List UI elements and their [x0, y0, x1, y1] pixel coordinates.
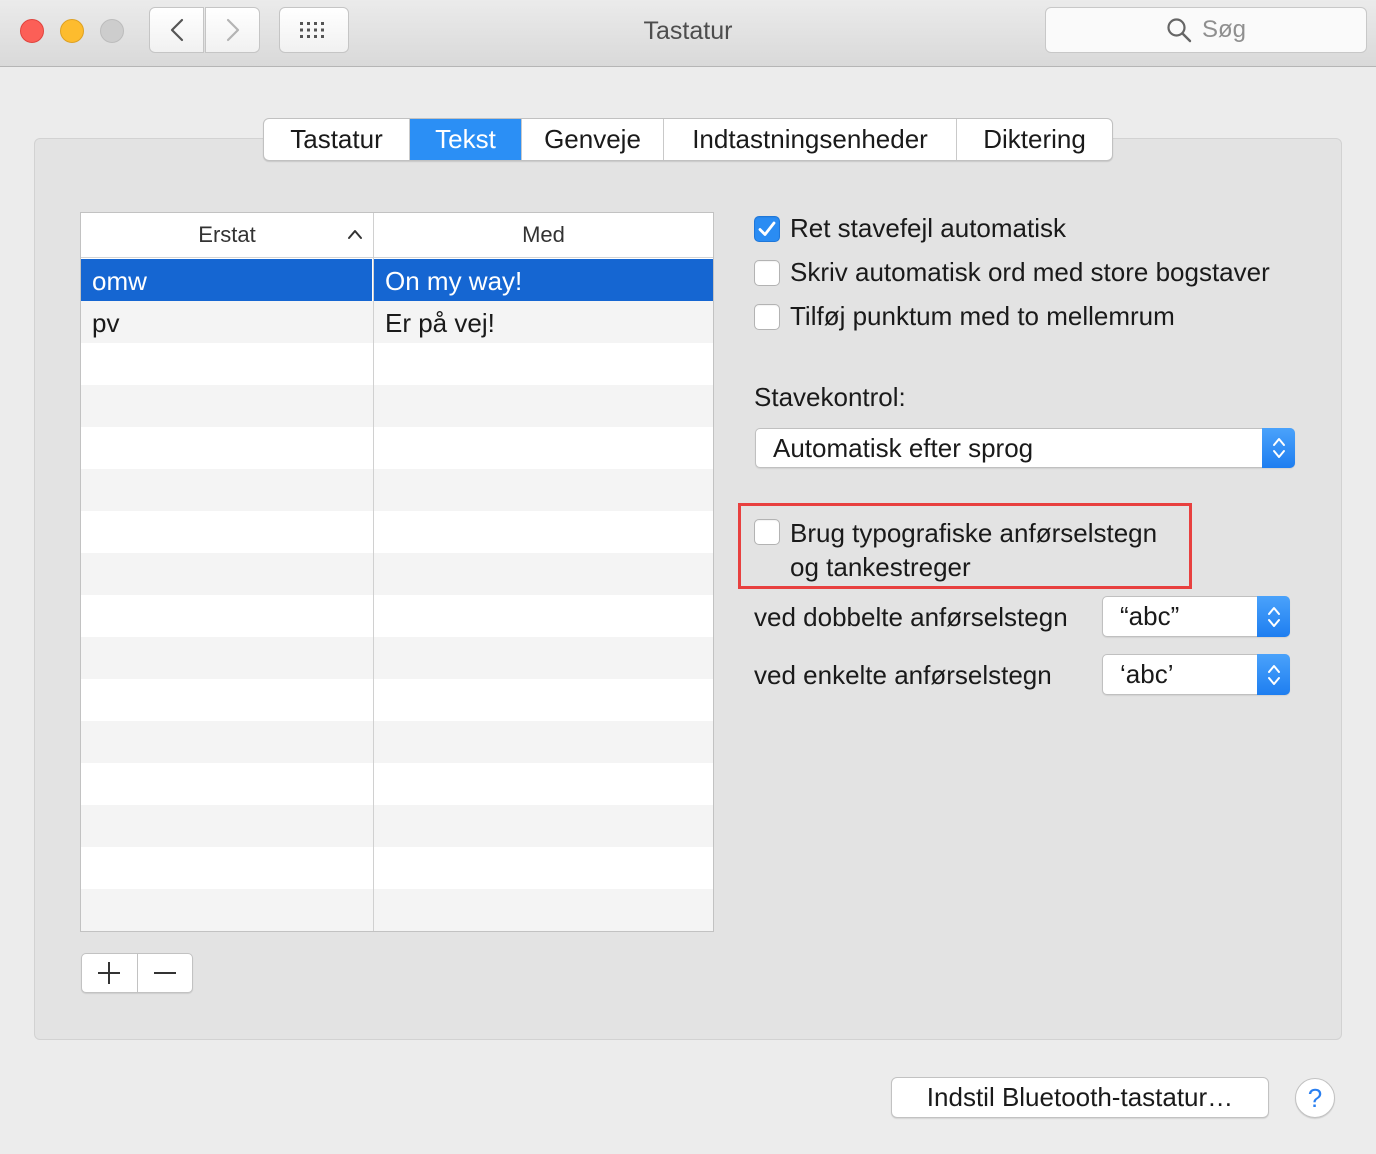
empty-row	[81, 595, 713, 637]
tab-tastatur[interactable]: Tastatur	[264, 119, 410, 160]
empty-row	[81, 343, 713, 385]
smart-quotes-label: Brug typografiske anførselstegn og tanke…	[790, 516, 1157, 584]
empty-row	[81, 721, 713, 763]
title-bar: Tastatur Søg	[0, 0, 1376, 67]
checkmark-icon	[758, 221, 776, 236]
empty-row	[81, 637, 713, 679]
autocorrect-label: Ret stavefejl automatisk	[790, 213, 1067, 243]
text-replacement-table[interactable]: Erstat Med omw On my way! pv Er på vej!	[80, 212, 714, 932]
single-quotes-value: ‘abc’	[1120, 659, 1174, 689]
checkbox-box[interactable]	[754, 519, 780, 545]
spelling-language-value: Automatisk efter sprog	[773, 432, 1034, 463]
column-divider	[373, 213, 374, 931]
empty-row	[81, 511, 713, 553]
checkbox-box[interactable]	[754, 303, 780, 330]
add-button[interactable]	[82, 954, 138, 992]
double-quotes-label: ved dobbelte anførselstegn	[754, 602, 1068, 632]
empty-row	[81, 763, 713, 805]
table-row[interactable]: omw On my way!	[81, 259, 713, 301]
table-rows: omw On my way! pv Er på vej!	[81, 259, 713, 932]
search-placeholder: Søg	[1201, 16, 1246, 43]
popup-arrows-icon	[1257, 654, 1290, 695]
sort-ascending-icon	[348, 230, 362, 239]
search-field[interactable]: Søg	[1045, 7, 1367, 53]
help-icon: ?	[1307, 1082, 1323, 1113]
smart-quotes-label-line1: Brug typografiske anførselstegn	[790, 518, 1158, 548]
double-space-period-label: Tilføj punktum med to mellemrum	[790, 301, 1175, 331]
cell-replace: omw	[92, 266, 147, 296]
double-space-period-checkbox[interactable]: Tilføj punktum med to mellemrum	[754, 301, 1175, 332]
empty-row	[81, 679, 713, 721]
smart-quotes-label-line2: og tankestreger	[790, 552, 971, 582]
empty-row	[81, 469, 713, 511]
add-remove-controls	[81, 953, 193, 993]
empty-row	[81, 805, 713, 847]
cell-with: Er på vej!	[385, 308, 495, 338]
tab-bar: Tastatur Tekst Genveje Indtastningsenhed…	[263, 118, 1113, 161]
single-quotes-popup[interactable]: ‘abc’	[1102, 654, 1290, 695]
empty-row	[81, 889, 713, 931]
empty-row	[81, 931, 713, 932]
autocorrect-checkbox[interactable]: Ret stavefejl automatisk	[754, 213, 1066, 244]
table-row[interactable]: pv Er på vej!	[81, 301, 713, 343]
autocapitalize-checkbox[interactable]: Skriv automatisk ord med store bogstaver	[754, 257, 1270, 288]
checkbox-box[interactable]	[754, 215, 780, 242]
popup-arrows-icon	[1257, 596, 1290, 637]
double-quotes-value: “abc”	[1120, 601, 1180, 631]
column-header-med[interactable]: Med	[374, 213, 713, 257]
help-button[interactable]: ?	[1295, 1078, 1335, 1118]
empty-row	[81, 847, 713, 889]
minus-icon	[153, 972, 176, 974]
empty-row	[81, 385, 713, 427]
search-icon	[1167, 18, 1192, 43]
cell-replace: pv	[92, 308, 120, 338]
single-quotes-label: ved enkelte anførselstegn	[754, 660, 1052, 690]
tab-tekst[interactable]: Tekst	[410, 119, 522, 160]
tab-diktering[interactable]: Diktering	[957, 119, 1112, 160]
empty-row	[81, 427, 713, 469]
spelling-label: Stavekontrol:	[754, 382, 906, 412]
tab-indtastningsenheder[interactable]: Indtastningsenheder	[664, 119, 957, 160]
empty-row	[81, 553, 713, 595]
setup-bluetooth-keyboard-button[interactable]: Indstil Bluetooth-tastatur…	[891, 1077, 1269, 1118]
remove-button[interactable]	[138, 954, 193, 992]
popup-arrows-icon	[1262, 428, 1295, 468]
plus-icon	[98, 962, 121, 984]
double-quotes-popup[interactable]: “abc”	[1102, 596, 1290, 637]
column-header-erstat[interactable]: Erstat	[81, 213, 373, 257]
tab-genveje[interactable]: Genveje	[522, 119, 664, 160]
smart-quotes-checkbox[interactable]	[754, 519, 780, 545]
cell-with: On my way!	[385, 266, 523, 296]
checkbox-box[interactable]	[754, 259, 780, 286]
table-header: Erstat Med	[81, 213, 713, 258]
autocapitalize-label: Skriv automatisk ord med store bogstaver	[790, 257, 1270, 287]
spelling-language-popup[interactable]: Automatisk efter sprog	[755, 428, 1295, 468]
